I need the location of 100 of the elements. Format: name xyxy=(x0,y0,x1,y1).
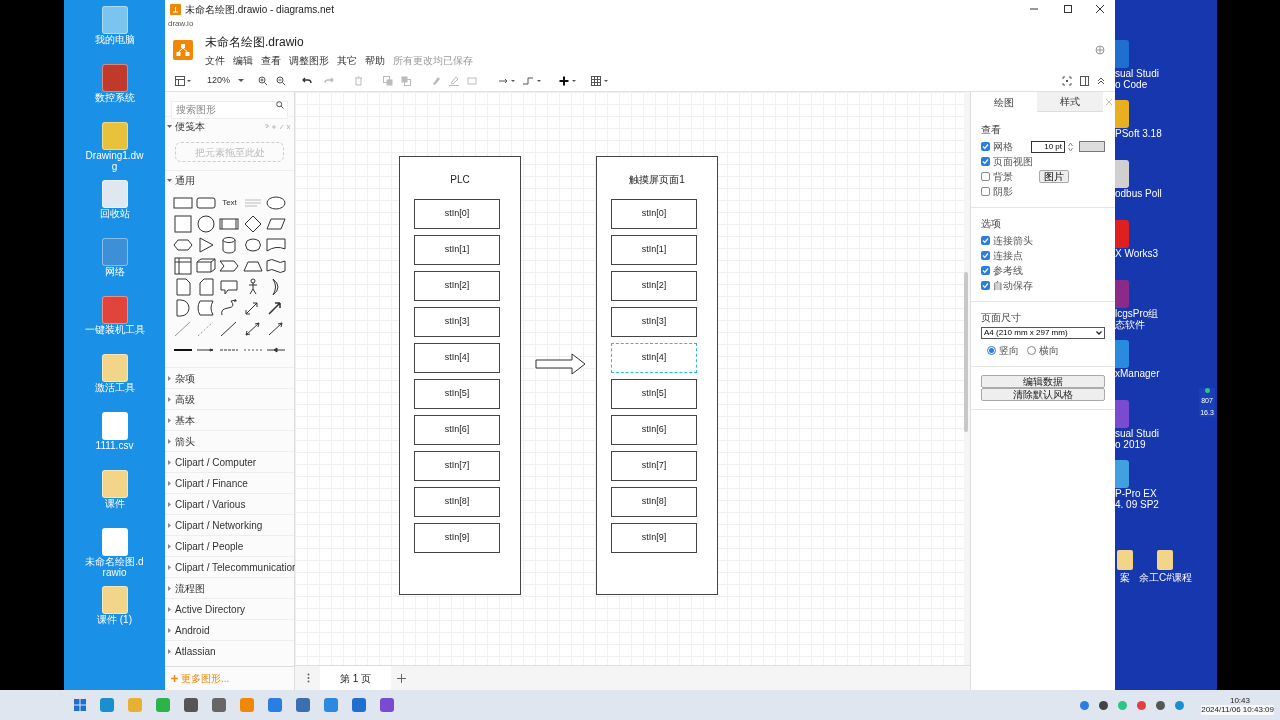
shape-item[interactable] xyxy=(196,258,216,273)
diagram-box[interactable]: stIn[6] xyxy=(611,415,697,445)
collapse-caret-icon[interactable] xyxy=(167,501,172,507)
shape-item[interactable] xyxy=(223,237,236,254)
panel-button[interactable]: 清除默认风格 xyxy=(981,388,1105,401)
library-item[interactable]: Clipart / Networking xyxy=(175,517,263,533)
windows-logo-icon[interactable] xyxy=(74,699,86,711)
collapse-caret-icon[interactable] xyxy=(167,396,172,402)
checkbox-label[interactable]: 网格 xyxy=(993,139,1013,154)
shape-item[interactable] xyxy=(197,300,214,316)
desktop-icon-label[interactable]: 余工C#课程 xyxy=(1139,570,1192,585)
shape-item[interactable] xyxy=(266,196,286,210)
diagram-box[interactable]: stIn[8] xyxy=(611,487,697,517)
diagram-box[interactable]: stIn[4] xyxy=(414,343,500,373)
diagram-box[interactable]: stIn[2] xyxy=(414,271,500,301)
radio-button[interactable] xyxy=(987,346,996,355)
library-item[interactable]: Active Directory xyxy=(175,601,245,617)
desktop-icon[interactable] xyxy=(101,412,128,440)
collapse-icon[interactable] xyxy=(1097,76,1105,85)
shape-item[interactable] xyxy=(266,347,286,353)
menu-item[interactable]: 调整图形 xyxy=(289,52,329,68)
desktop-icon-label[interactable]: xManager xyxy=(1115,368,1167,379)
zoom-in-icon[interactable] xyxy=(258,75,269,86)
desktop-icon[interactable] xyxy=(101,122,128,150)
undo-icon[interactable] xyxy=(302,76,313,85)
checkbox-label[interactable]: 连接点 xyxy=(993,248,1023,263)
expand-caret-icon[interactable] xyxy=(167,178,172,183)
shape-item[interactable] xyxy=(173,239,193,251)
diagram-box[interactable]: stIn[3] xyxy=(414,307,500,337)
library-item[interactable]: Clipart / Telecommunication xyxy=(175,559,298,575)
collapse-caret-icon[interactable] xyxy=(167,606,172,612)
shape-item[interactable] xyxy=(199,237,214,253)
shape-item[interactable] xyxy=(266,238,286,252)
clock-time[interactable]: 10:43 xyxy=(1229,695,1250,705)
diagram-box[interactable]: stIn[2] xyxy=(611,271,697,301)
desktop-icon[interactable] xyxy=(101,180,128,208)
desktop-icon-label[interactable]: lcgsPro组态软件 xyxy=(1115,308,1167,330)
app-icon[interactable] xyxy=(268,698,282,712)
shape-item[interactable] xyxy=(196,348,214,352)
shape-item[interactable] xyxy=(197,215,215,233)
menu-item[interactable]: 编辑 xyxy=(233,52,253,68)
checkbox-label[interactable]: 背景 xyxy=(993,169,1013,184)
collapse-caret-icon[interactable] xyxy=(167,543,172,549)
container-title[interactable]: PLC xyxy=(400,172,520,187)
shape-item[interactable] xyxy=(268,322,283,336)
folder-icon[interactable] xyxy=(1157,550,1174,570)
desktop-icon[interactable] xyxy=(101,354,128,382)
library-item[interactable]: Atlassian xyxy=(175,643,216,659)
line-color-icon[interactable] xyxy=(449,75,460,86)
desktop-icon-label[interactable]: sual Studi o Code xyxy=(1115,68,1167,90)
shape-item[interactable] xyxy=(245,302,258,315)
menu-item[interactable]: 其它 xyxy=(337,52,357,68)
menu-item[interactable]: 查看 xyxy=(261,52,281,68)
library-item[interactable]: Clipart / People xyxy=(175,538,244,554)
shape-item[interactable] xyxy=(248,278,258,295)
plus-icon[interactable] xyxy=(559,75,578,86)
library-item[interactable]: Android xyxy=(175,622,210,638)
section-header[interactable]: 便笺本 xyxy=(175,119,205,134)
shape-item[interactable] xyxy=(220,260,239,272)
diagram-box[interactable]: stIn[8] xyxy=(414,487,500,517)
desktop-icon-label[interactable]: PSoft 3.18 xyxy=(1115,128,1167,139)
library-item[interactable]: 高级 xyxy=(175,391,195,407)
desktop-icon-label[interactable]: P-Pro EX 4. 09 SP2 xyxy=(1115,488,1167,510)
diagram-box[interactable]: stIn[5] xyxy=(611,379,697,409)
fill-color-icon[interactable] xyxy=(431,75,442,86)
collapse-caret-icon[interactable] xyxy=(167,438,172,444)
image-button[interactable]: 图片 xyxy=(1039,170,1069,183)
collapse-caret-icon[interactable] xyxy=(167,480,172,486)
library-item[interactable]: Clipart / Computer xyxy=(175,454,257,470)
app-icon[interactable] xyxy=(184,698,198,712)
checkbox-label[interactable]: 参考线 xyxy=(993,263,1023,278)
zoom-level[interactable]: 120% xyxy=(207,73,231,88)
desktop-icon[interactable] xyxy=(101,296,128,324)
desktop-icon-label[interactable]: X Works3 xyxy=(1115,248,1167,259)
to-back-icon[interactable] xyxy=(401,75,412,86)
diagram-box[interactable]: stIn[0] xyxy=(611,199,697,229)
app-icon[interactable] xyxy=(212,698,226,712)
desktop-icon-label[interactable]: odbus Poll xyxy=(1115,188,1167,199)
diagram-box[interactable]: stIn[1] xyxy=(414,235,500,265)
desktop-icon-label[interactable]: sual Studi o 2019 xyxy=(1115,428,1167,450)
collapse-caret-icon[interactable] xyxy=(167,375,172,381)
connection-icon[interactable] xyxy=(499,77,516,84)
file-name[interactable]: 未命名绘图.drawio xyxy=(205,32,473,51)
collapse-caret-icon[interactable] xyxy=(167,459,172,465)
expand-caret-icon[interactable] xyxy=(167,124,172,129)
caret-icon[interactable] xyxy=(238,78,245,83)
grid-size-field[interactable]: 10 pt xyxy=(1031,140,1065,153)
page-menu-icon[interactable] xyxy=(307,673,310,683)
library-item[interactable]: 杂项 xyxy=(175,370,195,386)
panel-button[interactable]: 编辑数据 xyxy=(981,375,1105,388)
diagram-box[interactable]: stIn[4] xyxy=(611,343,697,373)
diagram-box[interactable]: stIn[6] xyxy=(414,415,500,445)
fullscreen-icon[interactable] xyxy=(1062,75,1072,86)
menu-item[interactable]: 帮助 xyxy=(365,52,385,68)
shape-item[interactable] xyxy=(221,299,238,316)
desktop-icon[interactable] xyxy=(101,238,128,266)
waypoint-icon[interactable] xyxy=(523,75,542,86)
search-icon[interactable] xyxy=(276,101,284,109)
shape-item[interactable] xyxy=(176,299,190,317)
format-panel-icon[interactable] xyxy=(1080,75,1089,86)
